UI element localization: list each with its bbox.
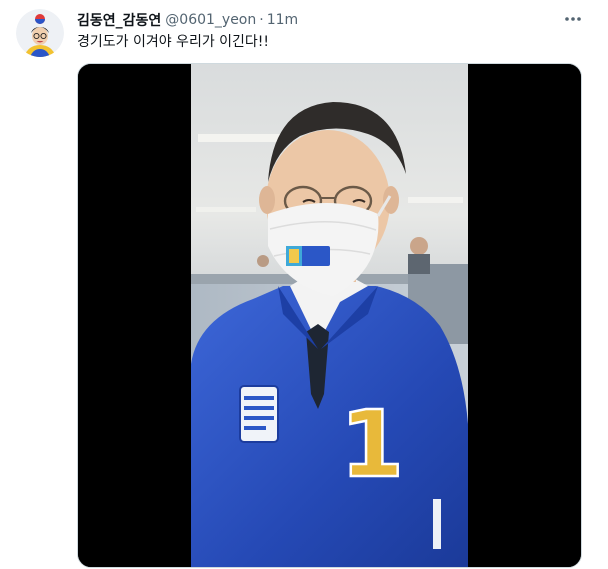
tweet-header: 김동연_감동연 @0601_yeon · 11m	[77, 10, 298, 30]
video-player[interactable]: 1	[77, 63, 582, 568]
more-options-button[interactable]	[562, 9, 584, 29]
display-name[interactable]: 김동연_감동연	[77, 10, 161, 30]
video-scene: 1	[191, 64, 468, 567]
tweet-text: 경기도가 이겨야 우리가 이긴다!!	[77, 34, 270, 50]
tweet-card: 김동연_감동연 @0601_yeon · 11m 경기도가 이겨야 우리가 이긴…	[0, 0, 608, 569]
timestamp[interactable]: 11m	[267, 12, 298, 28]
user-handle[interactable]: @0601_yeon	[165, 12, 256, 28]
avatar[interactable]	[16, 9, 64, 57]
more-horizontal-icon	[565, 17, 581, 21]
vest-number: 1	[340, 391, 404, 498]
avatar-image	[16, 9, 64, 57]
separator-dot: ·	[259, 12, 264, 28]
video-frame: 1	[78, 64, 581, 567]
